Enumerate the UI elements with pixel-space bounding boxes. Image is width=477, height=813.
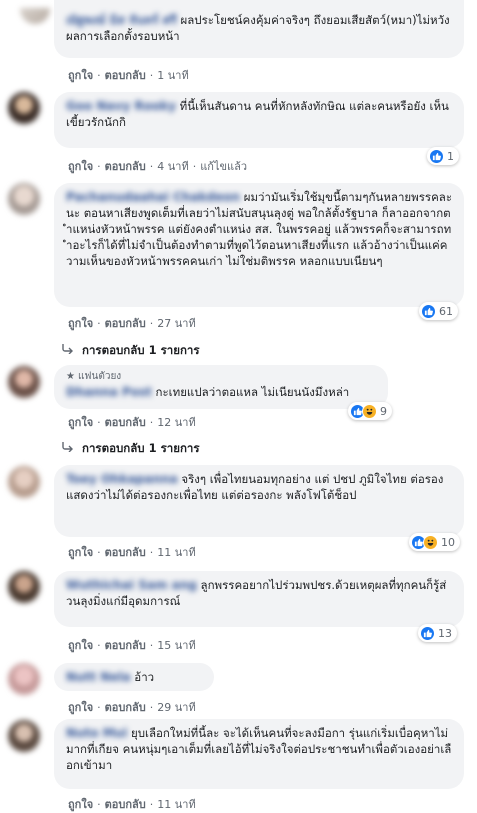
avatar[interactable] [20,8,50,24]
reaction-summary[interactable]: 10 [409,533,460,551]
comment-actions: ถูกใจ · ตอบกลับ · 11 นาที [68,795,196,813]
comment-bubble: Toey Ohkapanna จริงๆ เพื่อไทยนอมทุกอย่าง… [54,465,464,537]
like-link[interactable]: ถูกใจ [68,698,93,716]
comment-actions: ถูกใจ · ตอบกลับ · 15 นาที [68,636,196,654]
comment-actions: ถูกใจ · ตอบกลับ · 1 นาที [68,66,189,84]
timestamp[interactable]: 12 นาที [157,413,195,431]
comment-bubble: Goo Navy Rooky ที่นี้เห็นสันดาน คนที่หัก… [54,92,464,148]
commenter-name[interactable]: Pachanudaahai Chakdeon [66,190,240,204]
like-link[interactable]: ถูกใจ [68,157,93,175]
timestamp[interactable]: 27 นาที [157,314,195,332]
avatar[interactable] [8,366,40,398]
like-link[interactable]: ถูกใจ [68,413,93,431]
avatar[interactable] [8,663,40,695]
comment-bubble: Nutt Nela อ้าว [54,663,214,691]
like-link[interactable]: ถูกใจ [68,636,93,654]
comment-bubble: ณัฐพงษ์ มิส จันทร์ ศรี ผลประโยชน์คงคุ้มค… [54,0,464,58]
comment-bubble: Pachanudaahai Chakdeon ผมว่ามันเริ่มใช้ม… [54,183,464,307]
reply-link[interactable]: ตอบกลับ [105,413,146,431]
reply-link[interactable]: ตอบกลับ [105,795,146,813]
reply-link[interactable]: ตอบกลับ [105,698,146,716]
commenter-name[interactable]: Wuthichai Sam ang [66,578,197,592]
like-link[interactable]: ถูกใจ [68,314,93,332]
edited-label[interactable]: แก้ไขแล้ว [200,157,247,175]
avatar[interactable] [8,571,40,603]
reaction-summary[interactable]: 13 [418,624,457,642]
timestamp[interactable]: 11 นาที [157,543,195,561]
commenter-name[interactable]: Goo Navy Rooky [66,99,176,113]
comment-bubble: ★ แฟนตัวยง Dhanna Post กะเทยแปลว่าตอแหล ไ… [54,365,388,409]
top-fan-badge[interactable]: ★ แฟนตัวยง [66,369,376,384]
reply-link[interactable]: ตอบกลับ [105,157,146,175]
timestamp[interactable]: 15 นาที [157,636,195,654]
comment-bubble: Nuto Mui ยุบเลือกใหม่ที่นี้ละ จะได้เห็นค… [54,719,464,789]
comment-text: อ้าว [134,670,155,684]
comment-actions: ถูกใจ · ตอบกลับ · 11 นาที [68,543,196,561]
timestamp[interactable]: 1 นาที [157,66,188,84]
comment-actions: ถูกใจ · ตอบกลับ · 12 นาที [68,413,196,431]
haha-reaction-icon [362,403,377,419]
avatar[interactable] [8,720,40,752]
timestamp[interactable]: 29 นาที [157,698,195,716]
reaction-summary[interactable]: 61 [419,302,458,320]
reaction-summary[interactable]: 1 [427,147,459,165]
view-replies-link[interactable]: การตอบกลับ 1 รายการ [62,342,200,360]
commenter-name[interactable]: Toey Ohkapanna [66,472,178,486]
reply-link[interactable]: ตอบกลับ [105,636,146,654]
reply-link[interactable]: ตอบกลับ [105,314,146,332]
like-link[interactable]: ถูกใจ [68,543,93,561]
avatar[interactable] [8,466,40,498]
reaction-summary[interactable]: 9 [348,402,392,420]
like-reaction-icon [429,148,444,164]
like-reaction-icon [421,303,436,319]
comment-actions: ถูกใจ · ตอบกลับ · 4 นาที · แก้ไขแล้ว [68,157,247,175]
timestamp[interactable]: 4 นาที [157,157,188,175]
like-reaction-icon [420,625,435,641]
reply-arrow-icon [62,343,74,357]
view-replies-link[interactable]: การตอบกลับ 1 รายการ [62,440,200,458]
reply-arrow-icon [62,441,74,455]
avatar[interactable] [8,92,40,124]
reaction-count: 1 [447,149,454,163]
comment-actions: ถูกใจ · ตอบกลับ · 27 นาที [68,314,196,332]
timestamp[interactable]: 11 นาที [157,795,195,813]
star-icon: ★ [66,371,75,382]
avatar[interactable] [8,183,40,215]
reaction-count: 13 [438,626,452,640]
comment-text: กะเทยแปลว่าตอแหล ไม่เนียนนังมึงหล่า [155,385,350,399]
haha-reaction-icon [423,534,438,550]
reply-link[interactable]: ตอบกลับ [105,66,146,84]
like-link[interactable]: ถูกใจ [68,66,93,84]
reaction-count: 9 [380,404,387,418]
commenter-name[interactable]: Dhanna Post [66,385,152,399]
like-link[interactable]: ถูกใจ [68,795,93,813]
reaction-count: 61 [439,304,453,318]
commenter-name[interactable]: Nutt Nela [66,670,131,684]
commenter-name[interactable]: Nuto Mui [66,726,127,740]
reaction-count: 10 [441,535,455,549]
comment-actions: ถูกใจ · ตอบกลับ · 29 นาที [68,698,196,716]
commenter-name[interactable]: ณัฐพงษ์ มิส จันทร์ ศรี [66,13,177,27]
reply-link[interactable]: ตอบกลับ [105,543,146,561]
comment-bubble: Wuthichai Sam ang ลูกพรรคอยากไปร่วมพปชร.… [54,571,464,627]
